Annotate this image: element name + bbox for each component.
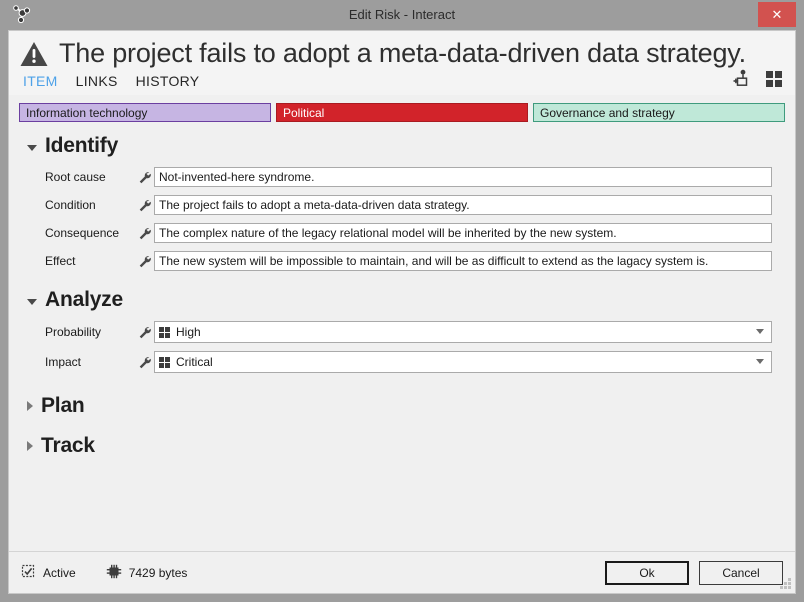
- section-header-analyze[interactable]: Analyze: [27, 288, 785, 312]
- wrench-icon[interactable]: [134, 171, 154, 184]
- molecule-network-icon: [6, 0, 36, 30]
- category-bar-row: Information technology Political Governa…: [19, 103, 785, 122]
- window-titlebar[interactable]: Edit Risk - Interact ✕: [0, 0, 804, 30]
- chevron-down-icon: [756, 329, 764, 334]
- field-label: Effect: [45, 254, 76, 268]
- tab-links[interactable]: LINKS: [76, 73, 118, 89]
- category-tag-governance-and-strategy[interactable]: Governance and strategy: [533, 103, 785, 122]
- chevron-right-icon: [27, 401, 33, 411]
- section-title: Analyze: [45, 288, 123, 311]
- window-title: Edit Risk - Interact: [348, 7, 456, 22]
- consequence-input[interactable]: The complex nature of the legacy relatio…: [154, 223, 772, 243]
- impact-value: Critical: [176, 355, 213, 369]
- root-cause-input[interactable]: Not-invented-here syndrome.: [154, 167, 772, 187]
- memory-chip-icon: [106, 564, 122, 582]
- section-title: Track: [41, 434, 95, 457]
- section-title: Identify: [45, 134, 119, 157]
- section-header-track[interactable]: Track: [27, 434, 785, 458]
- field-label: Impact: [45, 355, 82, 369]
- grid-icon: [159, 356, 170, 368]
- section-title: Plan: [41, 394, 85, 417]
- header-tools: [733, 69, 783, 87]
- field-row-impact: Impact Critical: [19, 348, 785, 376]
- dialog-footer: Active 7429 bytes Ok Cancel: [9, 551, 795, 593]
- field-row-effect: Effect The new system will be impossible…: [19, 248, 785, 274]
- warning-triangle-icon: [19, 39, 49, 69]
- edit-risk-window: Edit Risk - Interact ✕ The project fails…: [0, 0, 804, 602]
- effect-input[interactable]: The new system will be impossible to mai…: [154, 251, 772, 271]
- probability-select[interactable]: High: [154, 321, 772, 343]
- wrench-icon[interactable]: [134, 255, 154, 268]
- condition-input[interactable]: The project fails to adopt a meta-data-d…: [154, 195, 772, 215]
- chevron-right-icon: [27, 441, 33, 451]
- tab-bar: ITEM LINKS HISTORY: [19, 73, 785, 95]
- section-header-identify[interactable]: Identify: [27, 134, 785, 158]
- chevron-down-icon: [27, 298, 37, 305]
- impact-select[interactable]: Critical: [154, 351, 772, 373]
- field-label: Probability: [45, 325, 102, 339]
- dialog-header: The project fails to adopt a meta-data-d…: [9, 31, 795, 95]
- wrench-icon[interactable]: [134, 227, 154, 240]
- tab-history[interactable]: HISTORY: [136, 73, 200, 89]
- status-group: Active: [21, 564, 76, 582]
- category-tag-political[interactable]: Political: [276, 103, 528, 122]
- wrench-icon[interactable]: [134, 356, 154, 369]
- field-label: Consequence: [45, 226, 120, 240]
- ok-button[interactable]: Ok: [605, 560, 689, 585]
- field-row-consequence: Consequence The complex nature of the le…: [19, 220, 785, 246]
- field-row-condition: Condition The project fails to adopt a m…: [19, 192, 785, 218]
- section-header-plan[interactable]: Plan: [27, 394, 785, 418]
- status-label: Active: [43, 565, 76, 580]
- resize-grip[interactable]: [780, 578, 792, 590]
- footer-buttons: Ok Cancel: [605, 560, 783, 585]
- size-group: 7429 bytes: [106, 564, 188, 582]
- page-title: The project fails to adopt a meta-data-d…: [59, 38, 746, 68]
- probability-value: High: [176, 325, 201, 339]
- tab-item[interactable]: ITEM: [23, 73, 58, 89]
- field-row-probability: Probability High: [19, 318, 785, 346]
- wrench-icon[interactable]: [134, 199, 154, 212]
- dialog-body: Information technology Political Governa…: [9, 95, 795, 551]
- category-tag-information-technology[interactable]: Information technology: [19, 103, 271, 122]
- grid-view-icon[interactable]: [765, 69, 783, 87]
- field-label: Condition: [45, 198, 96, 212]
- chevron-down-icon: [27, 144, 37, 151]
- field-label: Root cause: [45, 170, 106, 184]
- chevron-down-icon: [756, 359, 764, 364]
- close-button[interactable]: ✕: [758, 2, 796, 27]
- cancel-button[interactable]: Cancel: [699, 560, 783, 585]
- grid-icon: [159, 326, 170, 338]
- size-label: 7429 bytes: [128, 565, 188, 580]
- document-check-icon: [21, 564, 36, 582]
- dialog-client-area: The project fails to adopt a meta-data-d…: [8, 30, 796, 594]
- add-node-icon[interactable]: [733, 69, 751, 87]
- field-row-root-cause: Root cause Not-invented-here syndrome.: [19, 164, 785, 190]
- wrench-icon[interactable]: [134, 326, 154, 339]
